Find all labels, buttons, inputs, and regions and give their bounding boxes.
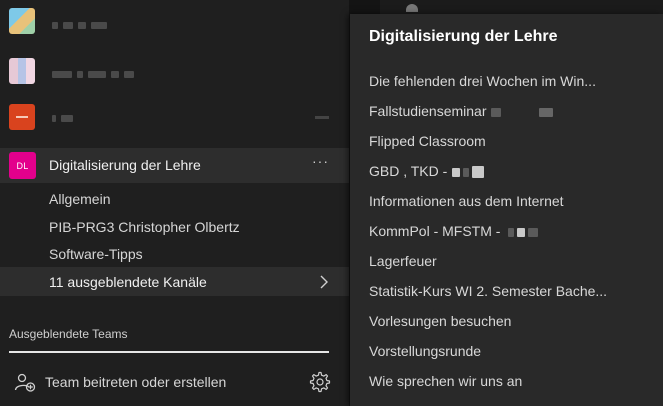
hidden-channel-item[interactable]: KommPol - MFSTM -	[369, 223, 539, 239]
channel-item[interactable]: PIB-PRG3 Christopher Olbertz	[49, 219, 240, 235]
hidden-channel-item[interactable]: Vorlesungen besuchen	[369, 313, 511, 329]
hidden-channels-label[interactable]: 11 ausgeblendete Kanäle	[49, 274, 207, 290]
gear-icon[interactable]	[309, 371, 331, 393]
hidden-channel-item[interactable]: Informationen aus dem Internet	[369, 193, 564, 209]
hidden-channel-item[interactable]: Vorstellungsrunde	[369, 343, 481, 359]
team-name-redacted	[52, 20, 107, 30]
hidden-teams-label[interactable]: Ausgeblendete Teams	[9, 327, 128, 341]
more-options-button[interactable]: ···	[312, 154, 329, 168]
divider	[9, 351, 329, 353]
team-row[interactable]	[0, 54, 349, 88]
background-header	[380, 0, 663, 14]
team-avatar	[9, 8, 35, 34]
channel-item[interactable]: Software-Tipps	[49, 246, 143, 262]
hidden-channel-item[interactable]: GBD , TKD -	[369, 163, 485, 179]
hidden-channel-item[interactable]: Die fehlenden drei Wochen im Win...	[369, 73, 596, 89]
flyout-title: Digitalisierung der Lehre	[369, 28, 558, 45]
channel-item[interactable]: Allgemein	[49, 191, 110, 207]
hidden-channel-item[interactable]: Statistik-Kurs WI 2. Semester Bache...	[369, 283, 607, 299]
hidden-channel-item[interactable]: Lagerfeuer	[369, 253, 437, 269]
hidden-channel-item[interactable]: Flipped Classroom	[369, 133, 486, 149]
teams-sidebar: DL Digitalisierung der Lehre ··· Allgeme…	[0, 0, 349, 406]
team-row[interactable]	[0, 4, 349, 38]
join-or-create-team-button[interactable]: Team beitreten oder erstellen	[45, 374, 226, 390]
chevron-right-icon[interactable]	[318, 275, 330, 289]
team-row[interactable]	[0, 100, 349, 134]
hidden-channels-flyout: Digitalisierung der Lehre Die fehlenden …	[350, 14, 663, 406]
team-add-icon[interactable]	[14, 372, 36, 392]
team-name-redacted	[52, 113, 73, 123]
team-name[interactable]: Digitalisierung der Lehre	[49, 157, 201, 173]
team-avatar	[9, 104, 35, 130]
team-name-redacted	[52, 69, 134, 79]
hidden-channel-item[interactable]: Wie sprechen wir uns an	[369, 373, 522, 389]
team-avatar-dl: DL	[9, 152, 36, 179]
hidden-channel-item[interactable]: Fallstudienseminar	[369, 103, 553, 119]
team-avatar	[9, 58, 35, 84]
